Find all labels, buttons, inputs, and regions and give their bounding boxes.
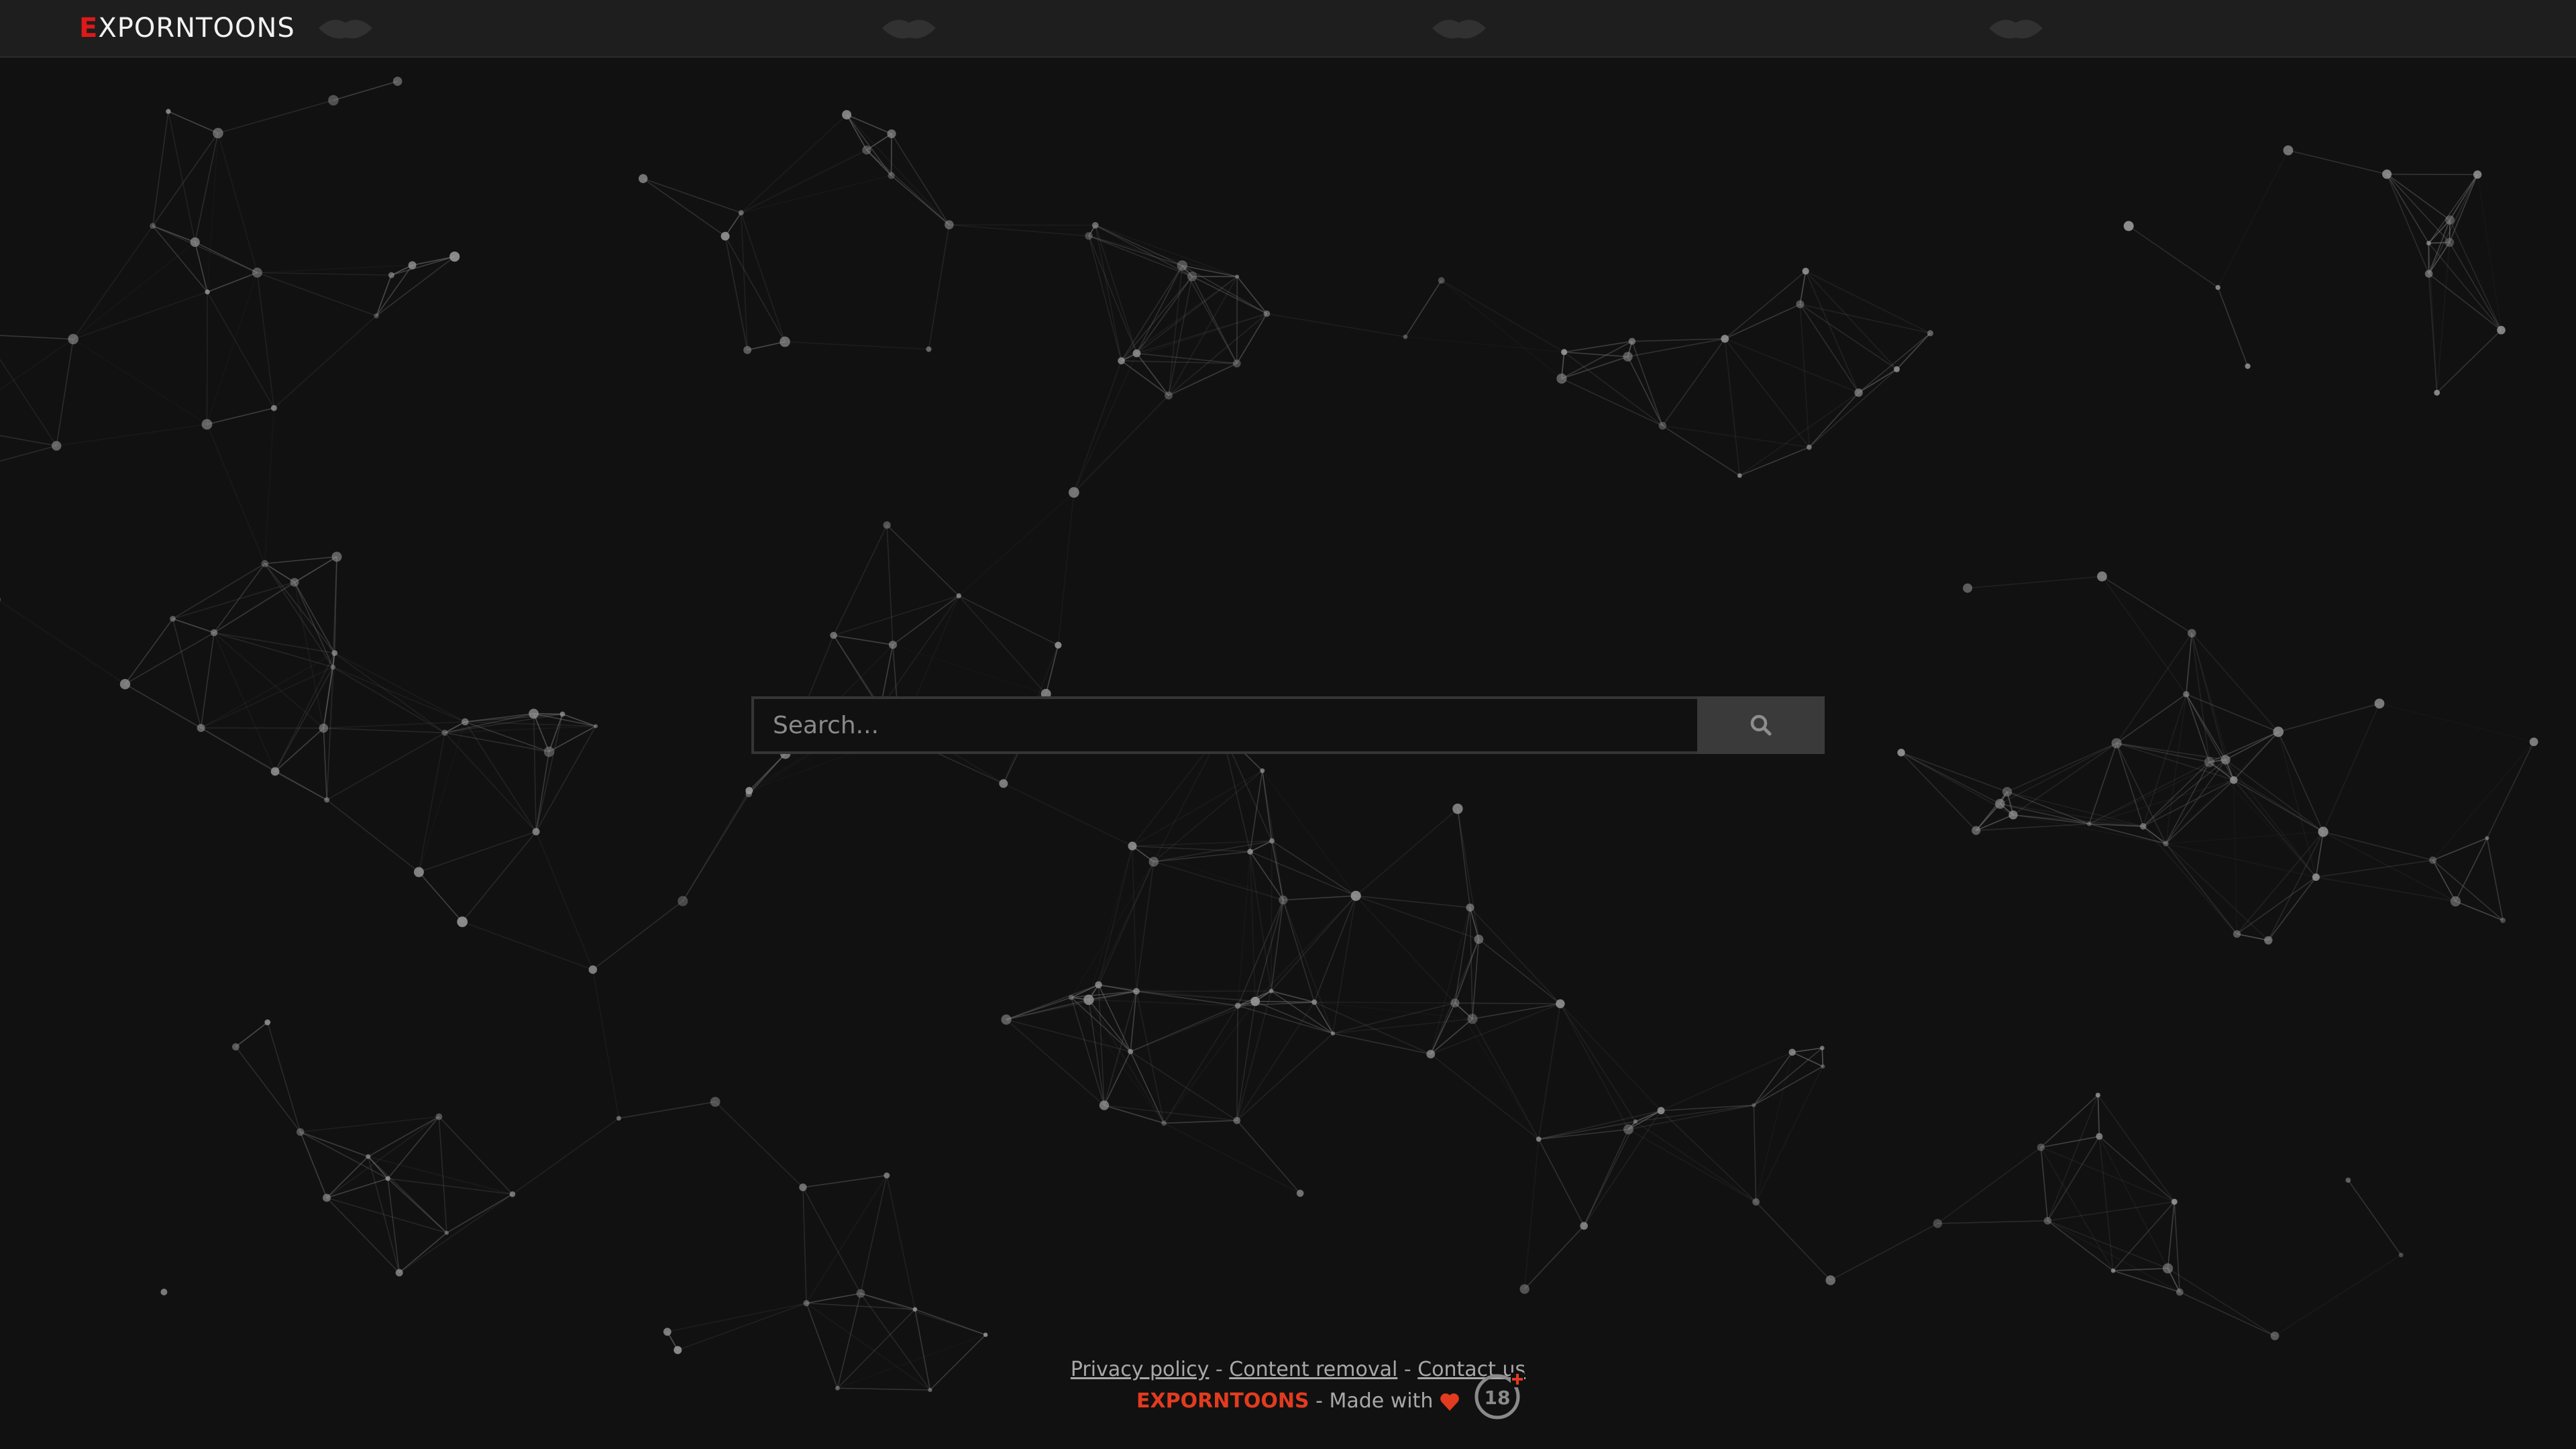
heart-icon — [1440, 1393, 1459, 1411]
search-form — [751, 696, 1825, 754]
search-icon — [1750, 714, 1772, 736]
search-input[interactable] — [751, 696, 1697, 754]
lips-pattern-icon — [1432, 19, 1486, 39]
age-badge-text: 18 — [1485, 1387, 1511, 1409]
18-plus-icon: 18 — [1474, 1373, 1524, 1419]
content-removal-link[interactable]: Content removal — [1229, 1358, 1397, 1381]
footer-brand-name: EXPORNTOONS — [1136, 1389, 1309, 1413]
page: EXPORNTOONS Privacy policy - Content rem… — [0, 0, 2576, 1449]
search-button[interactable] — [1697, 696, 1825, 754]
footer-separator: - — [1215, 1358, 1223, 1381]
site-logo-link[interactable]: EXPORNTOONS — [79, 13, 295, 43]
lips-pattern-icon — [1989, 19, 2043, 39]
lips-pattern-icon — [882, 19, 936, 39]
privacy-policy-link[interactable]: Privacy policy — [1071, 1358, 1209, 1381]
logo-rest-text: XPORNTOONS — [98, 13, 295, 44]
footer-separator: - — [1403, 1358, 1411, 1381]
top-navigation-bar: EXPORNTOONS — [0, 0, 2576, 58]
made-with-text: - Made with — [1316, 1389, 1434, 1413]
lips-pattern-icon — [319, 19, 372, 39]
logo-first-letter: E — [79, 13, 99, 44]
